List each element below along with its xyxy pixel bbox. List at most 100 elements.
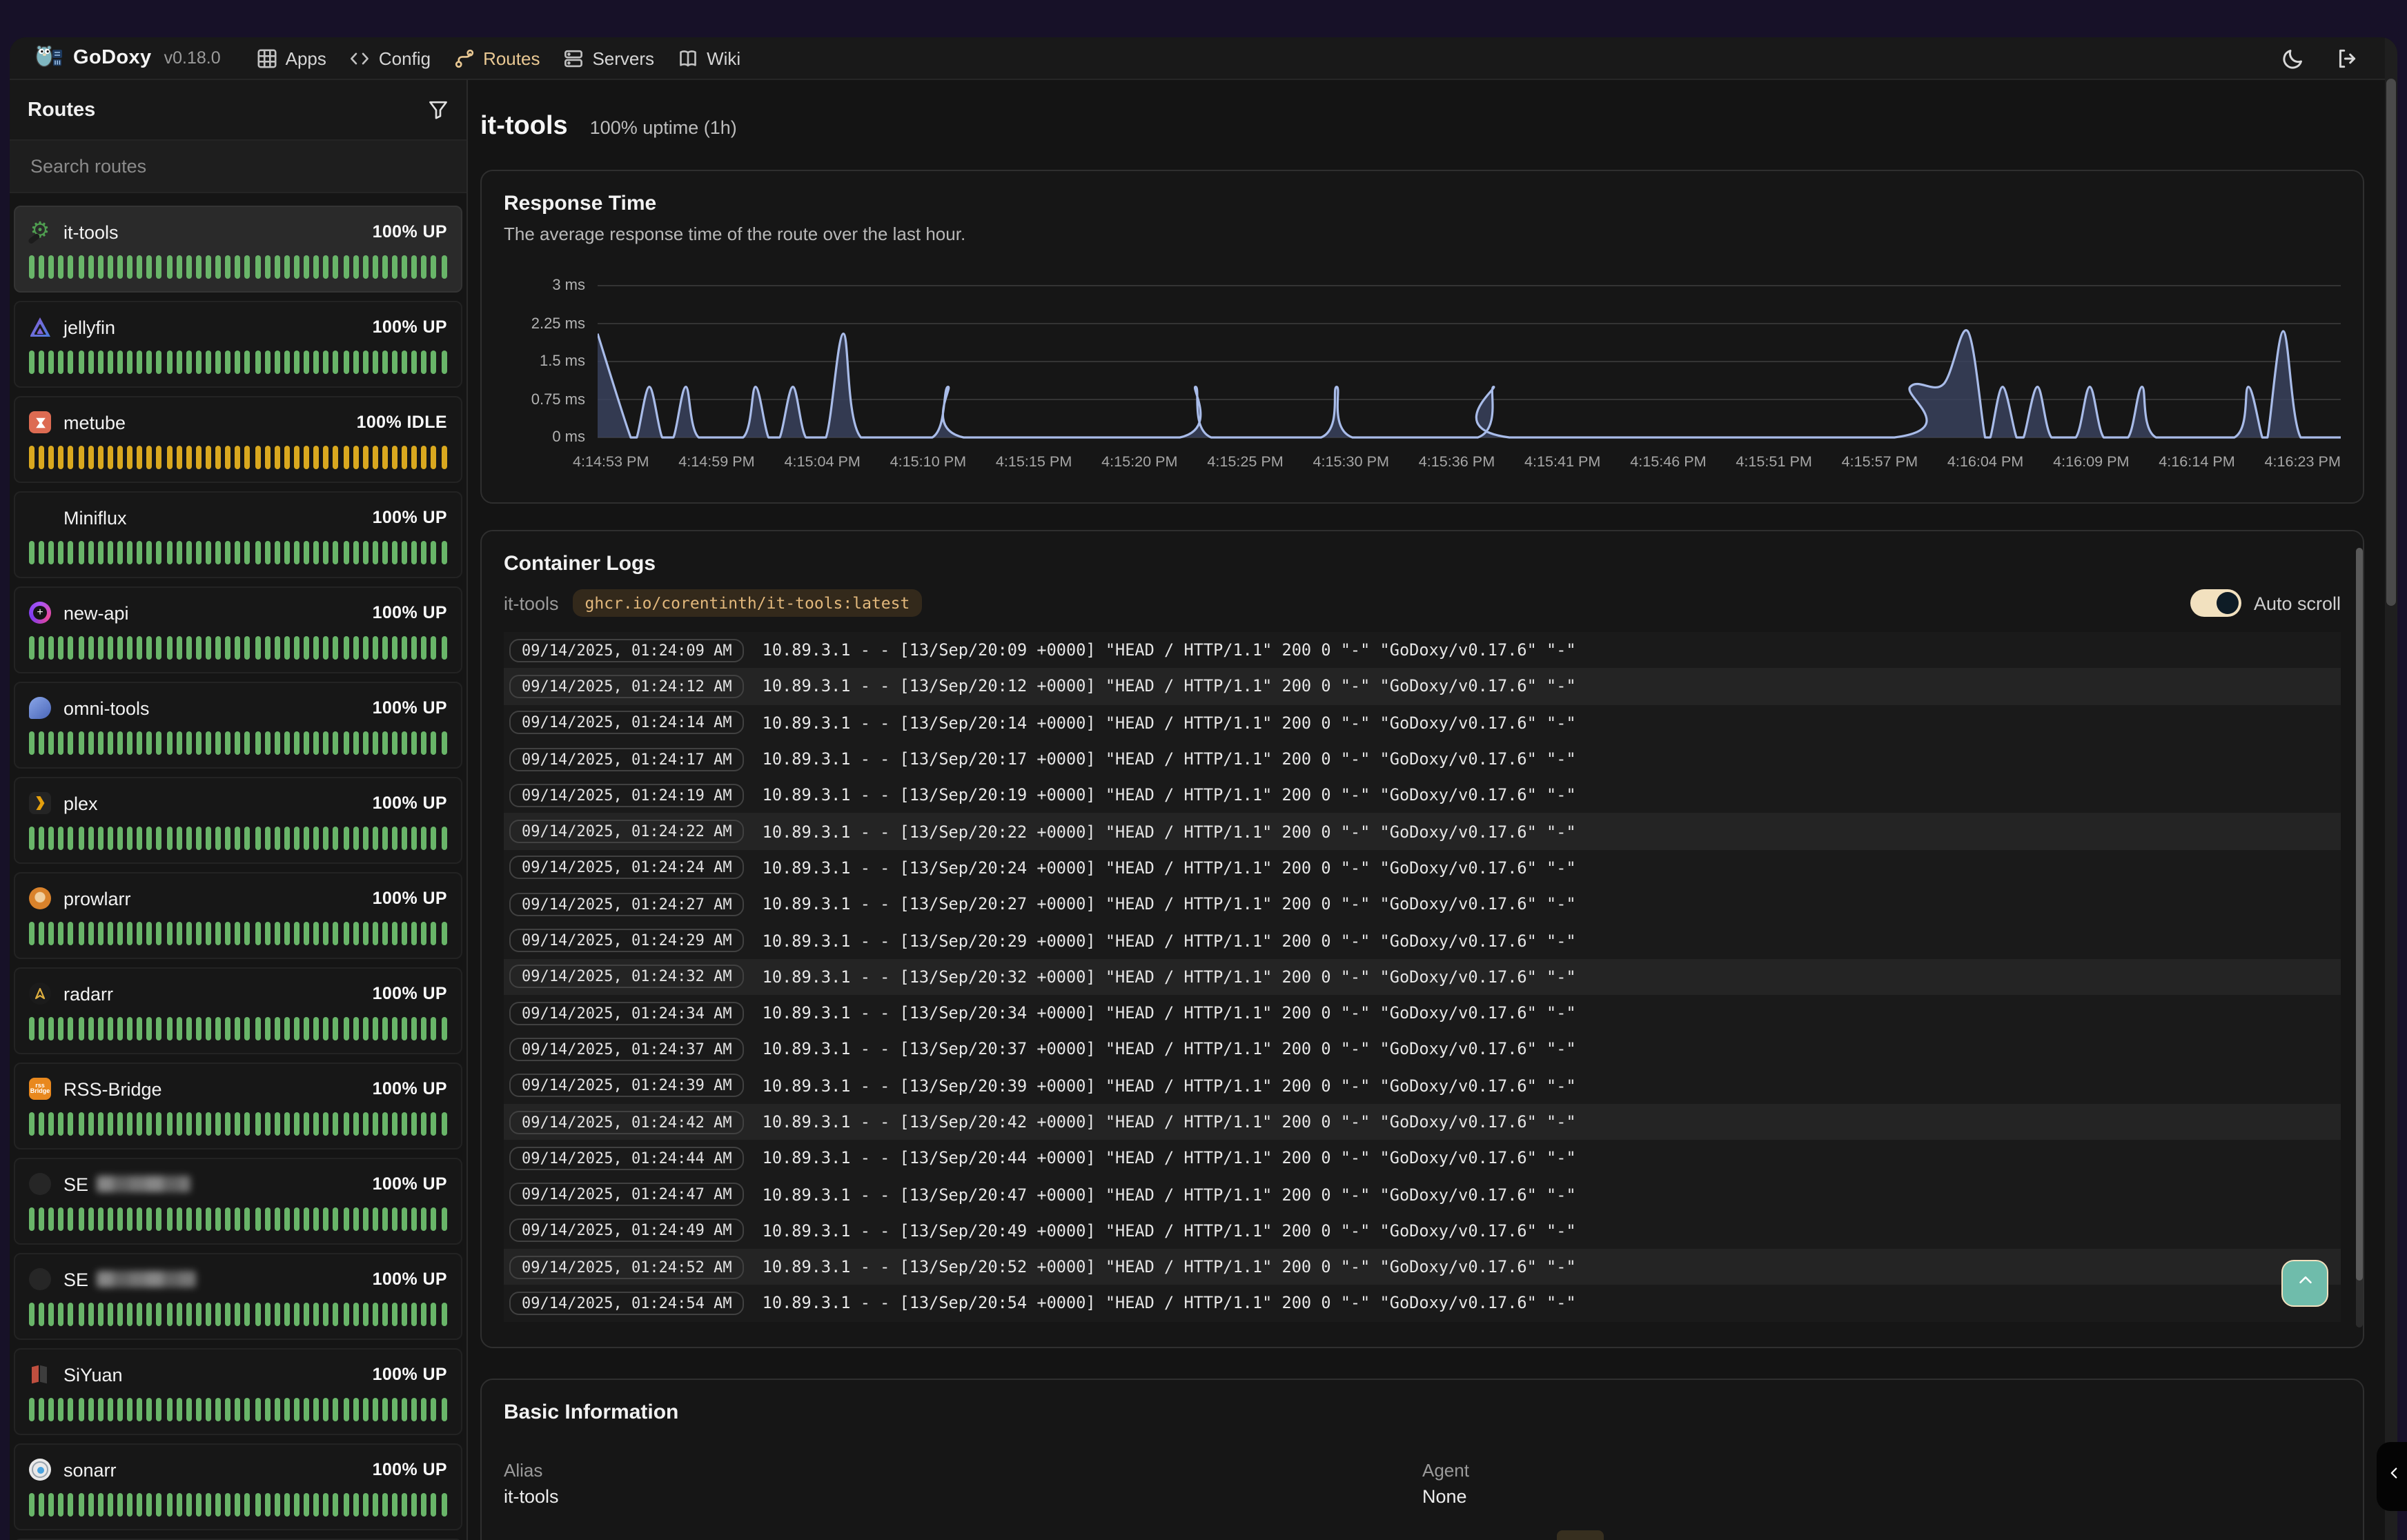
route-item-radarr[interactable]: radarr100% UP [14,967,462,1054]
route-item-prowlarr[interactable]: prowlarr100% UP [14,872,462,959]
log-scrollbar[interactable] [2356,548,2363,1327]
uptime-bar [206,1493,211,1517]
route-item-rss-bridge[interactable]: rssBridgeRSS-Bridge100% UP [14,1063,462,1149]
uptime-bar [215,827,221,850]
log-timestamp: 09/14/2025, 01:24:44 AM [509,1147,745,1170]
uptime-bar [196,1303,202,1326]
route-name: prowlarr [63,888,131,909]
uptime-bars [29,731,447,755]
uptime-bar [147,1303,153,1326]
uptime-bar [48,731,54,755]
uptime-bar [59,541,64,564]
uptime-bar [225,1398,230,1421]
uptime-bar [264,731,270,755]
uptime-bar [206,1207,211,1231]
basic-information-card: Basic Information Aliasit-toolsAgentNone… [480,1379,2364,1540]
uptime-bar [431,636,437,660]
route-item-sonarr[interactable]: sonarr100% UP [14,1443,462,1530]
uptime-bar [39,446,44,469]
response-time-chart: 0 ms0.75 ms1.5 ms2.25 ms3 ms [504,277,2341,448]
uptime-bar [147,1493,153,1517]
route-item-plex[interactable]: plex100% UP [14,777,462,864]
uptime-bar [108,1207,113,1231]
scroll-to-top-button[interactable] [2281,1260,2328,1307]
uptime-bar [215,731,221,755]
uptime-bar [39,1017,44,1040]
y-tick-label: 0.75 ms [531,391,585,408]
uptime-bar [324,1303,329,1326]
uptime-bar [137,446,142,469]
uptime-bar [78,446,83,469]
uptime-bars [29,636,447,660]
uptime-bar [353,255,358,279]
search-input[interactable] [10,156,466,177]
uptime-bar [422,446,427,469]
uptime-bar [422,731,427,755]
nav-item-label: Wiki [707,48,740,68]
uptime-bar [422,1017,427,1040]
route-item-omni-tools[interactable]: omni-tools100% UP [14,682,462,769]
route-item-it-tools[interactable]: ⚙it-tools100% UP [14,206,462,293]
uptime-bar [343,1017,348,1040]
app-version: v0.18.0 [164,48,221,68]
uptime-bar [343,1398,348,1421]
route-item-se[interactable]: SE100% UP [14,1158,462,1245]
uptime-bar [215,1112,221,1136]
page-scrollbar[interactable] [2385,37,2397,1540]
prowlarr-icon [29,887,51,909]
log-timestamp: 09/14/2025, 01:24:29 AM [509,929,745,952]
uptime-bar [127,827,132,850]
uptime-bar [333,827,339,850]
book-icon [678,48,698,68]
nav-item-config[interactable]: Config [350,48,431,68]
moon-icon[interactable] [2281,46,2305,70]
uptime-bar [235,1398,241,1421]
uptime-bar [245,636,250,660]
log-timestamp: 09/14/2025, 01:24:32 AM [509,965,745,989]
nav-item-servers[interactable]: Servers [563,48,654,68]
uptime-bar [255,1493,260,1517]
uptime-bar [68,1017,74,1040]
nav-item-wiki[interactable]: Wiki [678,48,740,68]
nav-item-apps[interactable]: Apps [257,48,326,68]
jellyfin-icon [29,316,51,338]
page-scrollbar-thumb[interactable] [2386,79,2396,606]
log-message: 10.89.3.1 - - [13/Sep/20:09 +0000] "HEAD… [763,640,1576,660]
uptime-bar [48,446,54,469]
log-timestamp: 09/14/2025, 01:24:19 AM [509,784,745,807]
route-item-miniflux[interactable]: Miniflux100% UP [14,491,462,578]
uptime-bar [68,731,74,755]
route-item-se[interactable]: SE100% UP [14,1253,462,1340]
brand[interactable]: GoDoxy v0.18.0 [35,41,221,75]
logout-icon[interactable] [2335,46,2359,70]
uptime-bar [245,1017,250,1040]
x-tick-label: 4:15:46 PM [1630,454,1706,471]
nav-item-routes[interactable]: Routes [454,48,540,68]
log-output[interactable]: 09/14/2025, 01:24:09 AM10.89.3.1 - - [13… [504,632,2341,1323]
log-scrollbar-thumb[interactable] [2356,548,2363,1281]
nav-item-label: Routes [483,48,540,68]
log-message: 10.89.3.1 - - [13/Sep/20:34 +0000] "HEAD… [763,1003,1576,1023]
uptime-bar [235,1303,241,1326]
route-item-metube[interactable]: metube100% IDLE [14,396,462,483]
uptime-bar [98,255,104,279]
uptime-bar [294,1112,299,1136]
collapse-drawer-handle[interactable] [2377,1442,2407,1511]
route-item-siyuan[interactable]: SiYuan100% UP [14,1348,462,1435]
uptime-bar [294,446,299,469]
funnel-icon[interactable] [428,99,449,120]
uptime-bar [431,1303,437,1326]
route-item-jellyfin[interactable]: jellyfin100% UP [14,301,462,388]
log-timestamp: 09/14/2025, 01:24:54 AM [509,1292,745,1315]
uptime-bar [333,446,339,469]
uptime-bar [343,922,348,945]
uptime-bar [68,255,74,279]
uptime-bar [324,827,329,850]
log-row: 09/14/2025, 01:24:32 AM10.89.3.1 - - [13… [504,958,2341,995]
uptime-bar [206,1398,211,1421]
uptime-bar [186,1112,192,1136]
autoscroll-toggle[interactable] [2190,589,2241,617]
route-item-new-api[interactable]: +new-api100% UP [14,586,462,673]
uptime-bar [137,1017,142,1040]
uptime-bar [255,1207,260,1231]
